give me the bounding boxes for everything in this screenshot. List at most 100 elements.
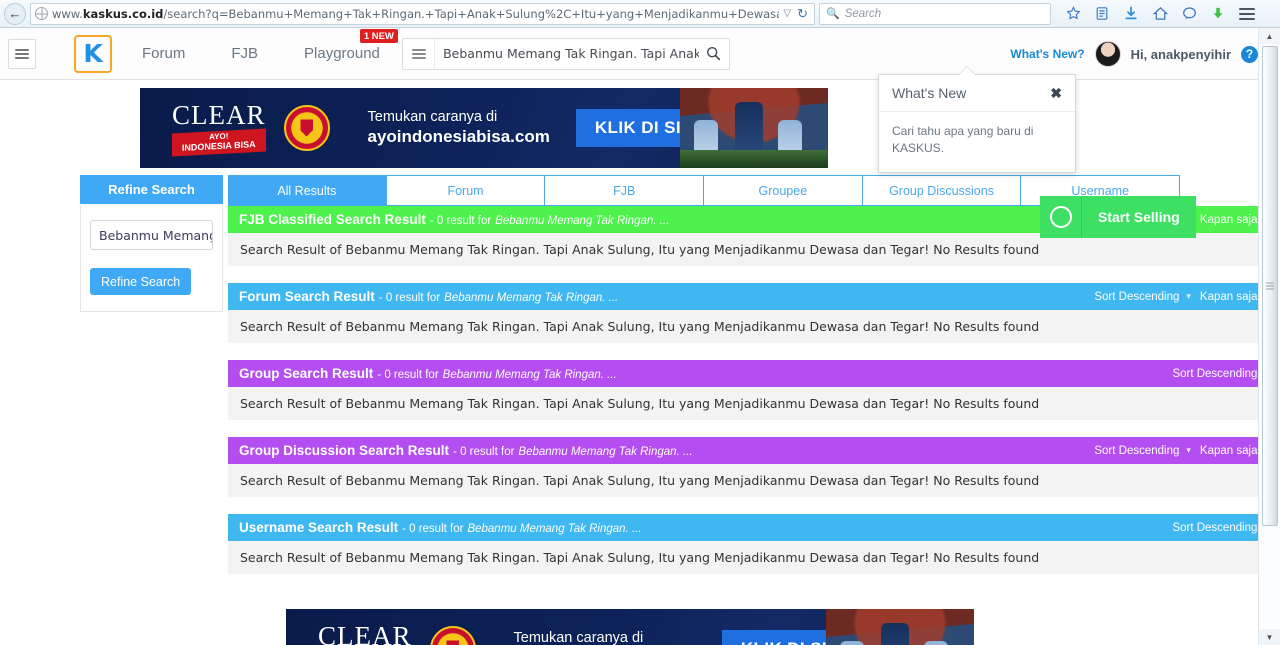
manchester-united-crest-icon xyxy=(429,626,476,645)
clear-brand-logo: CLEAR AYO! INDONESIA BISA xyxy=(172,100,266,157)
result-count: - 0 result for xyxy=(429,215,492,227)
banner-photo xyxy=(680,88,828,168)
sort-dropdown[interactable]: Sort Descending▾ xyxy=(1172,522,1269,534)
banner-photo xyxy=(826,609,974,645)
sidebar-toggle-button[interactable] xyxy=(8,38,36,69)
search-icon: 🔍 xyxy=(826,8,840,20)
nav-item-fjb[interactable]: FJB xyxy=(231,45,258,62)
home-icon[interactable] xyxy=(1151,5,1169,23)
scrollbar-thumb[interactable] xyxy=(1262,46,1278,526)
result-body: Search Result of Bebanmu Memang Tak Ring… xyxy=(228,541,1280,574)
tab-forum[interactable]: Forum xyxy=(385,176,545,205)
avatar[interactable] xyxy=(1094,41,1121,67)
result-body: Search Result of Bebanmu Memang Tak Ring… xyxy=(228,464,1280,497)
tab-all-results[interactable]: All Results xyxy=(228,176,386,205)
start-selling-icon xyxy=(1040,196,1082,238)
browser-toolbar-icons xyxy=(1055,5,1256,23)
menu-icon[interactable] xyxy=(1238,5,1256,23)
result-query: Bebanmu Memang Tak Ringan. ... xyxy=(518,446,693,458)
site-search[interactable]: Bebanmu Memang Tak Ringan. Tapi Anak Su xyxy=(401,37,730,70)
sort-dropdown[interactable]: Sort Descending▾ xyxy=(1094,445,1191,457)
scrollbar-grip xyxy=(1266,281,1274,292)
start-selling-button[interactable]: Start Selling xyxy=(1082,196,1196,238)
clear-wordmark: CLEAR xyxy=(172,100,266,131)
reload-icon[interactable]: ↻ xyxy=(795,6,810,22)
start-selling-area[interactable]: Start Selling xyxy=(1040,196,1196,238)
nav-item-playground[interactable]: Playground 1 NEW xyxy=(304,29,398,62)
browser-back-button[interactable]: ← xyxy=(4,2,26,25)
sort-dropdown[interactable]: Sort Descending▾ xyxy=(1094,291,1191,303)
main-layout: Bebanmu Memang Refine Search FJB Classif… xyxy=(80,206,1280,591)
banner-player-1 xyxy=(840,641,864,645)
sort-label: Sort Descending xyxy=(1094,444,1180,457)
result-block-forum: Forum Search Result - 0 result for Beban… xyxy=(228,283,1280,343)
banner-text: Temukan caranya di ayoindonesiabisa.com xyxy=(514,629,696,645)
time-label: Kapan saja xyxy=(1199,290,1258,303)
result-block-username: Username Search Result - 0 result for Be… xyxy=(228,514,1280,574)
result-query: Bebanmu Memang Tak Ringan. ... xyxy=(442,369,617,381)
url-bar[interactable]: www.kaskus.co.id/search?q=Bebanmu+Memang… xyxy=(30,2,815,25)
bottom-banner-row: CLEAR AYO! INDONESIA BISA Temukan carany… xyxy=(0,609,1280,645)
bottom-advertisement-banner[interactable]: CLEAR AYO! INDONESIA BISA Temukan carany… xyxy=(286,609,974,645)
close-icon[interactable]: ✖ xyxy=(1050,86,1062,100)
refine-search-input[interactable]: Bebanmu Memang xyxy=(90,220,213,250)
search-results-column: FJB Classified Search Result - 0 result … xyxy=(228,206,1280,591)
bookmark-star-icon[interactable] xyxy=(1064,5,1082,23)
banner-player-3 xyxy=(924,641,948,645)
help-icon[interactable]: ? xyxy=(1241,45,1258,63)
result-block-group: Group Search Result - 0 result for Beban… xyxy=(228,360,1280,420)
clear-brand-logo: CLEAR AYO! INDONESIA BISA xyxy=(318,623,412,645)
refine-search-header: Refine Search xyxy=(80,175,223,204)
user-greeting[interactable]: Hi, anakpenyihir xyxy=(1131,47,1231,62)
refine-search-button[interactable]: Refine Search xyxy=(90,268,192,295)
tab-groupee[interactable]: Groupee xyxy=(703,176,862,205)
whats-new-link[interactable]: What's New? xyxy=(1010,47,1084,61)
scroll-down-icon[interactable]: ▼ xyxy=(1259,629,1280,645)
result-header: Group Discussion Search Result - 0 resul… xyxy=(228,437,1280,464)
site-header: K Forum FJB Playground 1 NEW Bebanmu Mem… xyxy=(0,28,1280,80)
tab-fjb[interactable]: FJB xyxy=(544,176,704,205)
scroll-up-icon[interactable]: ▲ xyxy=(1259,28,1280,44)
result-title: Forum Search Result xyxy=(239,289,375,304)
browser-search-input[interactable]: 🔍 Search xyxy=(819,2,1051,25)
result-header: Username Search Result - 0 result for Be… xyxy=(228,514,1280,541)
whats-new-popup-header: What's New ✖ xyxy=(879,75,1075,112)
logo-letter: K xyxy=(83,39,103,68)
nav-item-forum[interactable]: Forum xyxy=(142,45,185,62)
result-header: Group Search Result - 0 result for Beban… xyxy=(228,360,1280,387)
search-category-button[interactable] xyxy=(403,38,436,69)
banner-text-line2: ayoindonesiabisa.com xyxy=(367,127,550,147)
chevron-down-icon[interactable]: ▽ xyxy=(783,8,791,19)
sort-label: Sort Descending xyxy=(1094,290,1180,303)
reading-list-icon[interactable] xyxy=(1093,5,1111,23)
banner-text-line1: Temukan caranya di xyxy=(367,109,498,126)
result-query: Bebanmu Memang Tak Ringan. ... xyxy=(495,215,670,227)
result-tabs: All Results Forum FJB Groupee Group Disc… xyxy=(228,175,1180,206)
top-banner-row: CLEAR AYO! INDONESIA BISA Temukan carany… xyxy=(0,88,1280,238)
page-scrollbar[interactable]: ▲ ▼ xyxy=(1258,28,1280,645)
new-badge: 1 NEW xyxy=(359,29,398,43)
result-count: - 0 result for xyxy=(402,523,464,535)
result-header: Forum Search Result - 0 result for Beban… xyxy=(228,283,1280,310)
ayo-line2: INDONESIA BISA xyxy=(181,139,256,153)
tab-group-discussions[interactable]: Group Discussions xyxy=(861,176,1021,205)
top-advertisement-banner[interactable]: CLEAR AYO! INDONESIA BISA Temukan carany… xyxy=(140,88,828,168)
chat-icon[interactable] xyxy=(1180,5,1198,23)
whats-new-popup-body: Cari tahu apa yang baru di KASKUS. xyxy=(892,124,1034,156)
search-submit-button[interactable] xyxy=(699,46,729,61)
search-tabs-row: Refine Search All Results Forum FJB Grou… xyxy=(80,175,1180,206)
search-input[interactable]: Bebanmu Memang Tak Ringan. Tapi Anak Su xyxy=(435,46,699,61)
kaskus-logo[interactable]: K xyxy=(74,34,112,73)
sort-label: Sort Descending xyxy=(1172,367,1258,380)
banner-text: Temukan caranya di ayoindonesiabisa.com xyxy=(368,108,550,147)
banner-text-line1: Temukan caranya di xyxy=(513,630,644,645)
downloader-icon[interactable] xyxy=(1209,5,1227,23)
manchester-united-crest-icon xyxy=(283,105,330,151)
download-icon[interactable] xyxy=(1122,5,1140,23)
search-icon xyxy=(707,46,721,61)
sort-dropdown[interactable]: Sort Descending▾ xyxy=(1172,368,1269,380)
result-title: Group Discussion Search Result xyxy=(239,443,450,458)
refine-search-panel: Bebanmu Memang Refine Search xyxy=(80,206,223,312)
result-count: - 0 result for xyxy=(378,292,441,304)
category-menu-icon xyxy=(411,47,426,61)
